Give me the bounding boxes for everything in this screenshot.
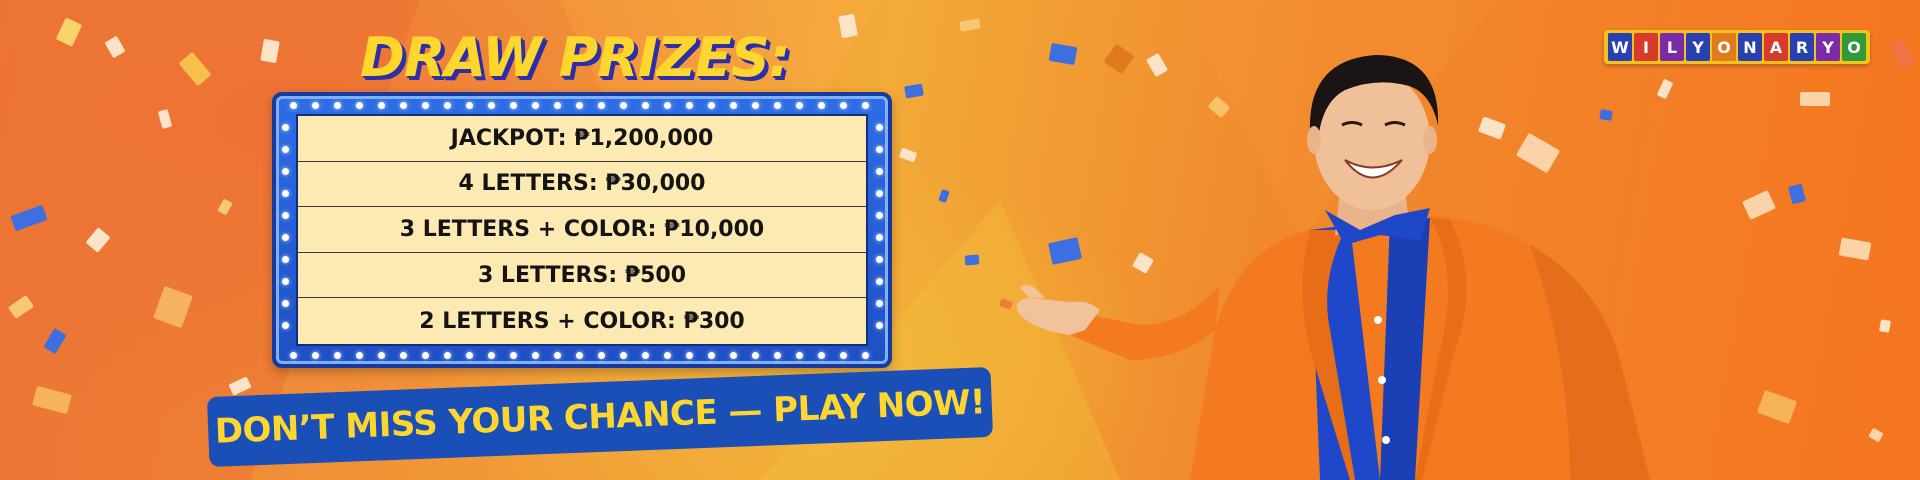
- logo-letter: A: [1764, 33, 1788, 61]
- marquee-bulb: [620, 352, 627, 359]
- marquee-bulb: [282, 190, 289, 197]
- marquee-bulb: [642, 352, 649, 359]
- marquee-bulb: [444, 352, 451, 359]
- prize-row-2-letters-color: 2 LETTERS + COLOR: ₱300: [419, 308, 745, 334]
- marquee-bulb: [664, 102, 671, 109]
- prize-row-4-letters: 4 LETTERS: ₱30,000: [298, 162, 866, 208]
- marquee-bulb: [356, 352, 363, 359]
- marquee-bulb: [620, 102, 627, 109]
- confetti-piece: [1800, 92, 1830, 106]
- marquee-bulb: [876, 146, 883, 153]
- marquee-bulb: [862, 102, 869, 109]
- prize-row-3-letters-color: 3 LETTERS + COLOR: ₱10,000: [298, 207, 866, 253]
- marquee-bulb: [730, 102, 737, 109]
- marquee-bulb: [488, 102, 495, 109]
- marquee-bulb: [818, 352, 825, 359]
- marquee-bulb: [510, 102, 517, 109]
- marquee-bulb: [796, 102, 803, 109]
- prize-list: JACKPOT: ₱1,200,000 4 LETTERS: ₱30,000 3…: [296, 114, 868, 346]
- marquee-bulb: [752, 352, 759, 359]
- marquee-bulb: [532, 102, 539, 109]
- marquee-bulb: [400, 102, 407, 109]
- marquee-bulb: [282, 124, 289, 131]
- marquee-bulb: [282, 146, 289, 153]
- confetti-piece: [1879, 319, 1891, 333]
- marquee-bulb: [356, 102, 363, 109]
- prize-board: JACKPOT: ₱1,200,000 4 LETTERS: ₱30,000 3…: [272, 92, 892, 368]
- marquee-bulb: [282, 300, 289, 307]
- marquee-bulb: [378, 352, 385, 359]
- marquee-bulb: [282, 256, 289, 263]
- marquee-bulb: [466, 102, 473, 109]
- logo-letter: O: [1712, 33, 1736, 61]
- marquee-bulb: [422, 352, 429, 359]
- marquee-bulb: [422, 102, 429, 109]
- marquee-bulb: [282, 168, 289, 175]
- marquee-bulb: [708, 102, 715, 109]
- marquee-bulb: [686, 102, 693, 109]
- marquee-bulb: [840, 352, 847, 359]
- logo-letter: O: [1842, 33, 1866, 61]
- marquee-bulb: [876, 190, 883, 197]
- marquee-bulb: [876, 234, 883, 241]
- marquee-bulb: [642, 102, 649, 109]
- marquee-bulb: [598, 102, 605, 109]
- marquee-bulb: [598, 352, 605, 359]
- marquee-bulb: [876, 256, 883, 263]
- marquee-bulb: [282, 212, 289, 219]
- marquee-bulb: [576, 102, 583, 109]
- marquee-bulb: [664, 352, 671, 359]
- marquee-bulb: [510, 352, 517, 359]
- marquee-bulb: [282, 278, 289, 285]
- marquee-bulb: [876, 278, 883, 285]
- marquee-bulb: [290, 102, 297, 109]
- marquee-bulb: [334, 352, 341, 359]
- host-portrait: [1016, 55, 1650, 480]
- marquee-bulb: [466, 352, 473, 359]
- marquee-bulb: [554, 352, 561, 359]
- marquee-bulb: [876, 300, 883, 307]
- marquee-bulb: [876, 212, 883, 219]
- draw-prizes-heading: DRAW PRIZES:: [360, 26, 790, 89]
- marquee-bulb: [378, 102, 385, 109]
- marquee-bulb: [686, 352, 693, 359]
- marquee-bulb: [334, 102, 341, 109]
- logo-letter: R: [1790, 33, 1814, 61]
- marquee-bulb: [876, 322, 883, 329]
- logo-letter: N: [1738, 33, 1762, 61]
- prize-row-3-letters: 3 LETTERS: ₱500: [298, 253, 866, 299]
- marquee-bulb: [796, 352, 803, 359]
- marquee-bulb: [282, 322, 289, 329]
- marquee-bulb: [774, 102, 781, 109]
- marquee-bulb: [862, 352, 869, 359]
- marquee-bulb: [752, 102, 759, 109]
- logo-letter: Y: [1816, 33, 1840, 61]
- marquee-bulb: [840, 102, 847, 109]
- marquee-bulb: [730, 352, 737, 359]
- marquee-bulb: [818, 102, 825, 109]
- promo-banner: DRAW PRIZES: JACKPOT: ₱1,200,000 4 LETTE…: [0, 0, 1920, 480]
- marquee-bulb: [290, 352, 297, 359]
- marquee-bulb: [488, 352, 495, 359]
- marquee-bulb: [282, 234, 289, 241]
- marquee-bulb: [312, 102, 319, 109]
- marquee-bulb: [444, 102, 451, 109]
- prize-row-jackpot: JACKPOT: ₱1,200,000: [298, 116, 866, 162]
- marquee-bulb: [876, 124, 883, 131]
- marquee-bulb: [312, 352, 319, 359]
- marquee-bulb: [576, 352, 583, 359]
- marquee-bulb: [400, 352, 407, 359]
- confetti-piece: [964, 254, 980, 266]
- marquee-bulb: [532, 352, 539, 359]
- marquee-bulb: [554, 102, 561, 109]
- marquee-bulb: [876, 168, 883, 175]
- marquee-bulb: [774, 352, 781, 359]
- marquee-bulb: [708, 352, 715, 359]
